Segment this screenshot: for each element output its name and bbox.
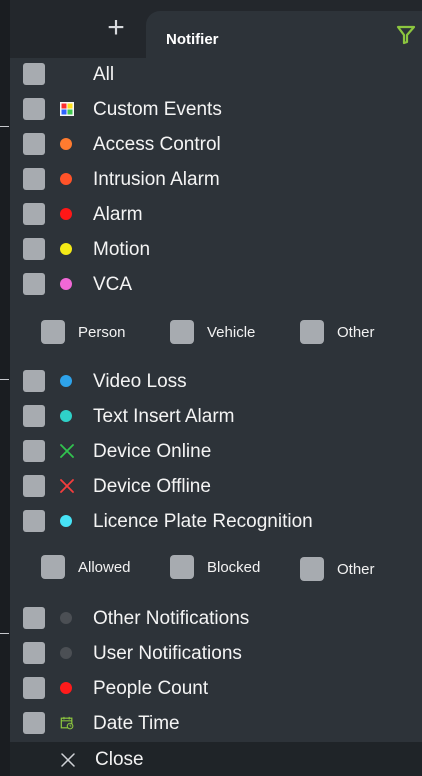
- video-loss-dot-icon: [60, 375, 72, 387]
- filter-label-custom-events: Custom Events: [93, 98, 222, 120]
- checkbox-vca-other[interactable]: [300, 320, 324, 344]
- custom-events-icon: [60, 102, 74, 116]
- motion-dot-icon: [60, 243, 72, 255]
- filter-item-people-count[interactable]: People Count: [23, 674, 208, 702]
- filter-label-other-notifications: Other Notifications: [93, 607, 250, 629]
- subfilter-label-person: Person: [78, 323, 126, 341]
- subfilter-label-lpr-other: Other: [337, 560, 375, 578]
- filter-item-user-notifications[interactable]: User Notifications: [23, 639, 242, 667]
- filter-item-access-control[interactable]: Access Control: [23, 130, 221, 158]
- filter-item-video-loss[interactable]: Video Loss: [23, 367, 187, 395]
- left-tick-marker: [0, 126, 9, 127]
- subfilter-label-vca-other: Other: [337, 323, 375, 341]
- licence-plate-dot-icon: [60, 515, 72, 527]
- text-insert-alarm-dot-icon: [60, 410, 72, 422]
- checkbox-all[interactable]: [23, 63, 45, 85]
- subfilter-label-vehicle: Vehicle: [207, 323, 256, 341]
- filter-icon[interactable]: [396, 25, 416, 45]
- checkbox-lpr-other[interactable]: [300, 557, 324, 581]
- left-tick-marker: [0, 379, 9, 380]
- panel-footer: Close: [10, 742, 422, 776]
- close-icon: [60, 752, 76, 768]
- close-label: Close: [95, 749, 144, 770]
- filter-label-vca: VCA: [93, 273, 133, 295]
- checkbox-lpr-blocked[interactable]: [170, 555, 194, 579]
- tab-title: Notifier: [166, 31, 219, 48]
- plus-icon: +: [107, 11, 125, 44]
- event-filter-panel: All Custom Events Access Control Intrusi…: [10, 58, 422, 742]
- checkbox-text-insert-alarm[interactable]: [23, 405, 45, 427]
- checkbox-custom-events[interactable]: [23, 98, 45, 120]
- filter-label-video-loss: Video Loss: [93, 370, 187, 392]
- subfilter-label-blocked: Blocked: [207, 558, 261, 576]
- checkbox-vca-person[interactable]: [41, 320, 65, 344]
- checkbox-vca[interactable]: [23, 273, 45, 295]
- vca-subfilter-person[interactable]: Person: [41, 320, 126, 344]
- alarm-dot-icon: [60, 208, 72, 220]
- people-count-dot-icon: [60, 682, 72, 694]
- filter-item-text-insert-alarm[interactable]: Text Insert Alarm: [23, 402, 235, 430]
- lpr-subfilter-allowed[interactable]: Allowed: [41, 555, 131, 579]
- checkbox-access-control[interactable]: [23, 133, 45, 155]
- checkbox-motion[interactable]: [23, 238, 45, 260]
- filter-item-device-offline[interactable]: Device Offline: [23, 472, 211, 500]
- filter-label-user-notifications: User Notifications: [93, 642, 242, 664]
- checkbox-other-notifications[interactable]: [23, 607, 45, 629]
- notifier-header: + Notifier: [10, 0, 422, 58]
- filter-label-alarm: Alarm: [93, 203, 143, 225]
- checkbox-device-online[interactable]: [23, 440, 45, 462]
- filter-label-intrusion-alarm: Intrusion Alarm: [93, 168, 220, 190]
- filter-label-device-online: Device Online: [93, 440, 212, 462]
- filter-label-access-control: Access Control: [93, 133, 221, 155]
- left-tick-marker: [0, 633, 9, 634]
- checkbox-intrusion-alarm[interactable]: [23, 168, 45, 190]
- filter-item-vca[interactable]: VCA: [23, 270, 132, 298]
- user-notifications-dot-icon: [60, 647, 72, 659]
- add-tab-button[interactable]: +: [104, 13, 128, 43]
- filter-item-licence-plate-recognition[interactable]: Licence Plate Recognition: [23, 507, 313, 535]
- filter-label-licence-plate-recognition: Licence Plate Recognition: [93, 510, 313, 532]
- vca-subfilter-other[interactable]: Other: [300, 320, 375, 344]
- checkbox-date-time[interactable]: [23, 712, 45, 734]
- checkbox-licence-plate-recognition[interactable]: [23, 510, 45, 532]
- filter-label-device-offline: Device Offline: [93, 475, 211, 497]
- other-notifications-dot-icon: [60, 612, 72, 624]
- filter-label-all: All: [93, 63, 115, 85]
- filter-item-alarm[interactable]: Alarm: [23, 200, 143, 228]
- subfilter-label-allowed: Allowed: [78, 558, 131, 576]
- filter-label-date-time: Date Time: [93, 712, 180, 734]
- device-offline-x-icon: [60, 479, 74, 493]
- notifier-panel-screen: + Notifier All Custom Events Access Cont…: [0, 0, 422, 776]
- filter-item-custom-events[interactable]: Custom Events: [23, 95, 222, 123]
- checkbox-user-notifications[interactable]: [23, 642, 45, 664]
- filter-label-motion: Motion: [93, 238, 151, 260]
- filter-label-text-insert-alarm: Text Insert Alarm: [93, 405, 235, 427]
- checkbox-video-loss[interactable]: [23, 370, 45, 392]
- close-button[interactable]: Close: [60, 749, 144, 771]
- lpr-subfilter-blocked[interactable]: Blocked: [170, 555, 260, 579]
- device-online-x-icon: [60, 444, 74, 458]
- filter-item-intrusion-alarm[interactable]: Intrusion Alarm: [23, 165, 220, 193]
- vca-subfilter-vehicle[interactable]: Vehicle: [170, 320, 255, 344]
- filter-item-other-notifications[interactable]: Other Notifications: [23, 604, 249, 632]
- vca-dot-icon: [60, 278, 72, 290]
- checkbox-people-count[interactable]: [23, 677, 45, 699]
- tab-notifier[interactable]: Notifier: [146, 11, 422, 58]
- checkbox-vca-vehicle[interactable]: [170, 320, 194, 344]
- filter-item-date-time[interactable]: Date Time: [23, 709, 180, 737]
- checkbox-device-offline[interactable]: [23, 475, 45, 497]
- filter-item-motion[interactable]: Motion: [23, 235, 150, 263]
- filter-item-all[interactable]: All: [23, 60, 114, 88]
- intrusion-alarm-dot-icon: [60, 173, 72, 185]
- filter-item-device-online[interactable]: Device Online: [23, 437, 211, 465]
- calendar-icon: [60, 716, 74, 730]
- checkbox-alarm[interactable]: [23, 203, 45, 225]
- checkbox-lpr-allowed[interactable]: [41, 555, 65, 579]
- lpr-subfilter-other[interactable]: Other: [300, 557, 375, 581]
- filter-label-people-count: People Count: [93, 677, 209, 699]
- access-control-dot-icon: [60, 138, 72, 150]
